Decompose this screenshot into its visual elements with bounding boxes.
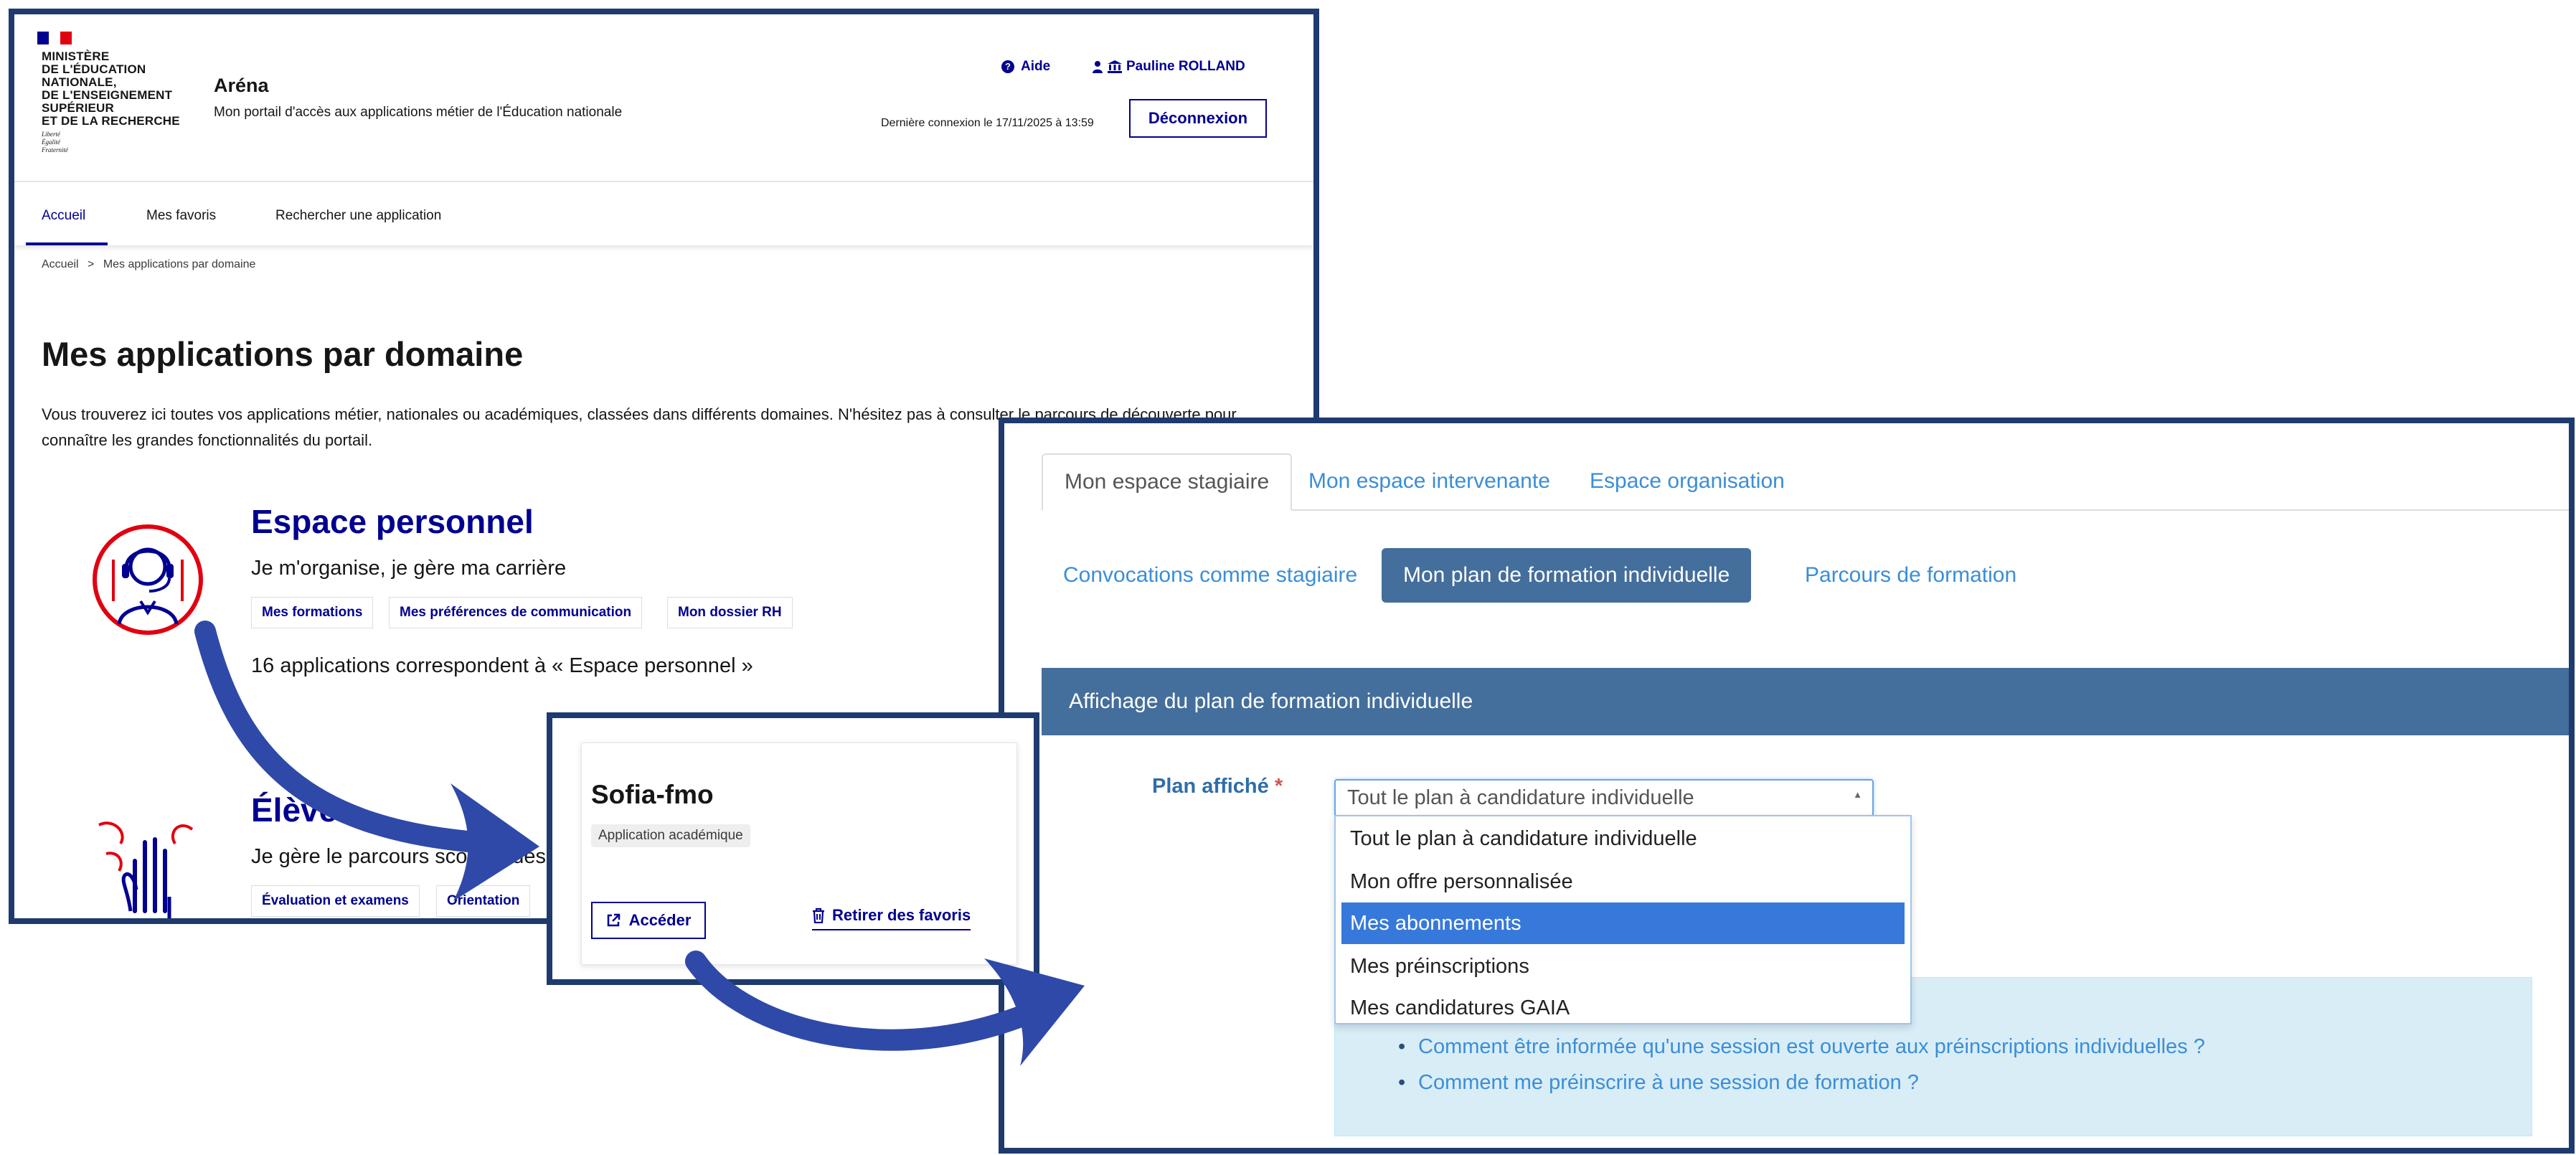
help-label: Aide xyxy=(1021,59,1051,74)
plan-select-value: Tout le plan à candidature individuelle xyxy=(1347,786,1694,809)
nav-item-favorites[interactable]: Mes favoris xyxy=(146,208,216,224)
tag-hr-file[interactable]: Mon dossier RH xyxy=(667,597,793,628)
personal-space-app-count: 16 applications correspondent à « Espace… xyxy=(251,654,753,677)
subtab-training-paths[interactable]: Parcours de formation xyxy=(1783,548,2038,603)
intro-text: Vous trouverez ici toutes vos applicatio… xyxy=(42,405,1019,423)
page-title: Mes applications par domaine xyxy=(42,335,524,373)
trash-icon xyxy=(813,908,824,923)
tab-trainee-space[interactable]: Mon espace stagiaire xyxy=(1042,453,1293,511)
institution-icon xyxy=(1108,60,1122,73)
logout-button[interactable]: Déconnexion xyxy=(1129,99,1267,138)
plan-dropdown-list: Tout le plan à candidature individuelle … xyxy=(1334,815,1912,1024)
nav-item-search-app[interactable]: Rechercher une application xyxy=(275,208,441,224)
section-header: Affichage du plan de formation individue… xyxy=(1042,668,2569,735)
subtab-trainee-convocations[interactable]: Convocations comme stagiaire xyxy=(1042,548,1379,603)
main-navigation: Accueil Mes favoris Rechercher une appli… xyxy=(14,181,1313,245)
question-circle-icon: ? xyxy=(1001,60,1014,73)
headset-person-icon xyxy=(93,524,203,635)
user-icon xyxy=(1093,61,1103,73)
republic-motto: Liberté Égalité Fraternité xyxy=(42,131,68,154)
tag-evaluation-exams[interactable]: Évaluation et examens xyxy=(251,885,420,917)
access-app-button[interactable]: Accéder xyxy=(591,902,706,939)
raised-hand-icon xyxy=(98,821,194,918)
remove-favorite-link[interactable]: Retirer des favoris xyxy=(812,906,971,930)
breadcrumb: Accueil > Mes applications par domaine xyxy=(42,258,255,271)
external-link-icon xyxy=(607,913,620,927)
dropdown-option[interactable]: Mes candidatures GAIA xyxy=(1341,987,1905,1029)
help-link[interactable]: ? Aide xyxy=(1001,59,1050,75)
nav-item-home[interactable]: Accueil xyxy=(42,208,85,224)
access-app-label: Accéder xyxy=(628,911,692,929)
plan-select[interactable]: Tout le plan à candidature individuelle … xyxy=(1334,779,1874,816)
breadcrumb-home[interactable]: Accueil xyxy=(42,258,79,270)
caret-up-icon: ▲ xyxy=(1853,789,1862,800)
info-link-preregistration-open[interactable]: Comment être informée qu'une session est… xyxy=(1398,1035,2205,1059)
tag-my-trainings[interactable]: Mes formations xyxy=(251,597,374,628)
main-tabs: Mon espace stagiaire Mon espace interven… xyxy=(1042,453,2569,511)
dropdown-option[interactable]: Mon offre personnalisée xyxy=(1341,861,1905,902)
dropdown-option[interactable]: Mes préinscriptions xyxy=(1341,946,1905,987)
breadcrumb-separator: > xyxy=(88,258,95,270)
tab-organisation-space[interactable]: Espace organisation xyxy=(1568,453,1806,509)
remove-favorite-label: Retirer des favoris xyxy=(832,906,971,924)
domain-subtitle-students: Je gère le parcours scolaire des xyxy=(251,845,547,868)
required-mark: * xyxy=(1274,775,1283,798)
domain-title-students[interactable]: Élèves xyxy=(251,791,356,829)
plan-field-label: Plan affiché * xyxy=(1152,775,1283,798)
active-nav-indicator xyxy=(26,242,108,245)
user-name: Pauline ROLLAND xyxy=(1126,59,1245,74)
arena-header: MINISTÈRE DE L'ÉDUCATION NATIONALE, DE L… xyxy=(14,14,1313,179)
plan-field-label-text: Plan affiché xyxy=(1152,775,1269,798)
french-flag-icon xyxy=(37,32,72,44)
last-login-info: Dernière connexion le 17/11/2025 à 13:59 xyxy=(881,117,1094,129)
ministry-name: MINISTÈRE DE L'ÉDUCATION NATIONALE, DE L… xyxy=(42,50,180,128)
app-name: Aréna xyxy=(214,75,269,96)
app-card-title[interactable]: Sofia-fmo xyxy=(591,780,714,810)
dropdown-option-highlighted[interactable]: Mes abonnements xyxy=(1341,902,1905,944)
user-account-link[interactable]: Pauline ROLLAND xyxy=(1092,59,1245,75)
tag-communication-preferences[interactable]: Mes préférences de communication xyxy=(389,597,643,628)
subtab-individual-training-plan[interactable]: Mon plan de formation individuelle xyxy=(1382,548,1752,603)
domain-title-personal-space[interactable]: Espace personnel xyxy=(251,502,534,541)
breadcrumb-current: Mes applications par domaine xyxy=(103,258,256,270)
tab-speaker-space[interactable]: Mon espace intervenante xyxy=(1287,453,1572,509)
tag-orientation[interactable]: Orientation xyxy=(436,885,531,917)
domain-subtitle-personal-space: Je m'organise, je gère ma carrière xyxy=(251,557,567,580)
info-link-how-to-preregister[interactable]: Comment me préinscrire à une session de … xyxy=(1398,1071,1919,1095)
app-tagline: Mon portail d'accès aux applications mét… xyxy=(214,105,623,120)
sofia-training-plan-screenshot: Mon espace stagiaire Mon espace interven… xyxy=(999,418,2575,1154)
app-type-badge: Application académique xyxy=(591,824,750,847)
sofia-favorite-card-screenshot: Sofia-fmo Application académique Accéder… xyxy=(547,712,1039,985)
dropdown-option[interactable]: Tout le plan à candidature individuelle xyxy=(1341,818,1905,859)
